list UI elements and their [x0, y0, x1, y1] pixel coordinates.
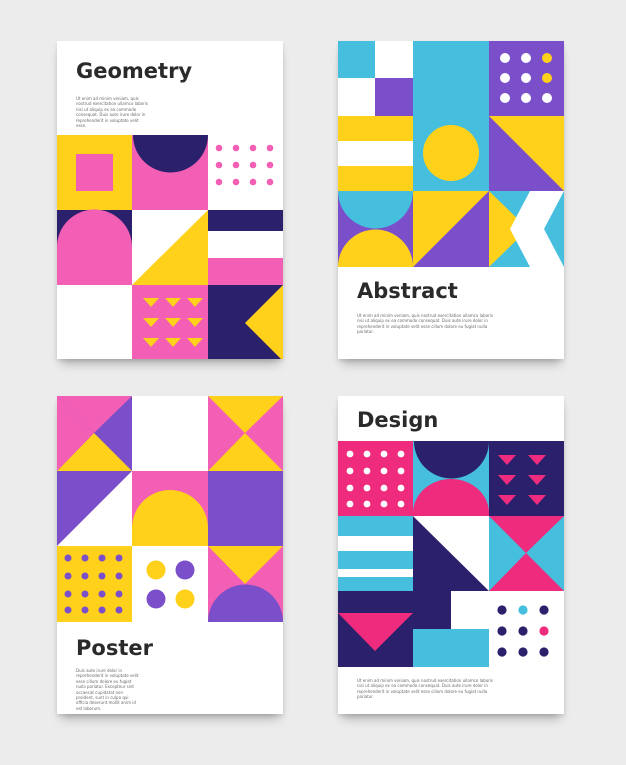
poster-geometry: Geometry Ut enim ad minim veniam, quis n…: [57, 41, 283, 359]
poster-title: Geometry: [76, 59, 193, 83]
poster-design: Design Ut enim ad minim veniam, quis nos…: [338, 396, 564, 714]
poster-title: Design: [357, 408, 439, 432]
poster-poster: Poster Duis aute irure dolor in reprehen…: [57, 396, 283, 714]
poster-abstract: Abstract Ut enim ad minim veniam, quis n…: [338, 41, 564, 359]
geometric-artwork: [338, 41, 564, 267]
poster-body-text: Ut enim ad minim veniam, quis nostrud ex…: [357, 678, 493, 700]
poster-title: Abstract: [357, 279, 458, 303]
poster-body-text: Ut enim ad minim veniam, quis nostrud ex…: [76, 96, 148, 129]
geometric-artwork: [57, 396, 283, 622]
geometric-artwork: [338, 441, 564, 667]
poster-body-text: Ut enim ad minim veniam, quis nostrud ex…: [357, 313, 493, 335]
poster-body-text: Duis aute irure dolor in reprehenderit i…: [76, 668, 139, 711]
geometric-artwork: [57, 135, 283, 359]
poster-title: Poster: [76, 636, 153, 660]
